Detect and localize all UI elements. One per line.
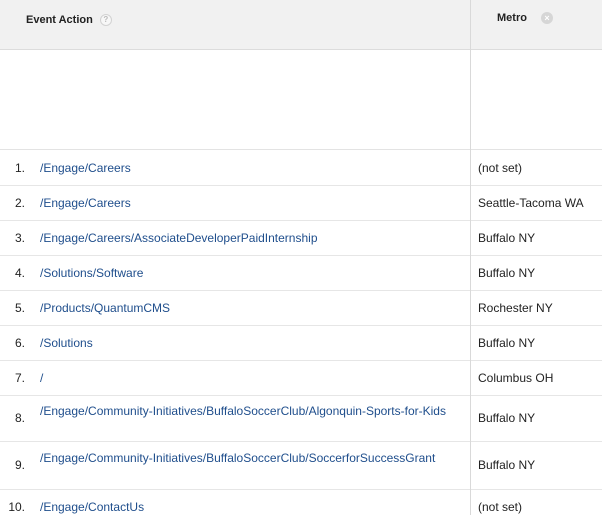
row-index: 7. — [14, 371, 25, 385]
table-row: 1. /Engage/Careers (not set) — [0, 151, 602, 186]
table-row: 10. /Engage/ContactUs (not set) — [0, 490, 602, 515]
event-action-link[interactable]: /Engage/Careers — [40, 196, 460, 210]
metro-value: Seattle-Tacoma WA — [478, 196, 584, 210]
row-index: 3. — [14, 231, 25, 245]
row-index: 10. — [8, 500, 25, 514]
table-row: 7. / Columbus OH — [0, 361, 602, 396]
row-index: 6. — [14, 336, 25, 350]
table-row: 2. /Engage/Careers Seattle-Tacoma WA — [0, 186, 602, 221]
event-action-link[interactable]: /Engage/Careers — [40, 161, 460, 175]
event-action-link[interactable]: /Engage/Community-Initiatives/BuffaloSoc… — [40, 404, 460, 418]
event-action-link[interactable]: /Products/QuantumCMS — [40, 301, 460, 315]
event-action-header-label: Event Action — [26, 14, 93, 26]
table-row: 3. /Engage/Careers/AssociateDeveloperPaid… — [0, 221, 602, 256]
row-index: 9. — [14, 458, 25, 472]
remove-dimension-close-icon[interactable]: × — [540, 12, 553, 24]
metro-header-label: Metro — [497, 12, 527, 24]
row-index: 4. — [14, 266, 25, 280]
row-index: 2. — [14, 196, 25, 210]
event-action-column-header[interactable]: Event Action ? — [26, 0, 112, 40]
help-icon[interactable]: ? — [99, 14, 112, 26]
report-table: Event Action ? Metro × 1. /Engage/Careers… — [0, 0, 602, 515]
table-row: 4. /Solutions/Software Buffalo NY — [0, 256, 602, 291]
table-row: 8. /Engage/Community-Initiatives/BuffaloS… — [0, 396, 602, 442]
header-spacer — [0, 50, 602, 150]
metro-value: Buffalo NY — [478, 336, 536, 350]
metro-value: Rochester NY — [478, 301, 553, 315]
event-action-link[interactable]: /Solutions — [40, 336, 460, 350]
event-action-link[interactable]: /Engage/ContactUs — [40, 500, 460, 514]
metro-value: (not set) — [478, 500, 523, 514]
event-action-link[interactable]: /Engage/Community-Initiatives/BuffaloSoc… — [40, 451, 460, 465]
row-index: 5. — [14, 301, 25, 315]
table-row: 5. /Products/QuantumCMS Rochester NY — [0, 291, 602, 326]
table-row: 6. /Solutions Buffalo NY — [0, 326, 602, 361]
metro-value: Buffalo NY — [478, 458, 536, 472]
event-action-link[interactable]: /Solutions/Software — [40, 266, 460, 280]
metro-value: Buffalo NY — [478, 266, 536, 280]
metro-value: Buffalo NY — [478, 411, 536, 425]
table-header: Event Action ? Metro × — [0, 0, 602, 50]
row-index: 1. — [14, 161, 25, 175]
metro-column-header[interactable]: Metro × — [497, 0, 553, 36]
table-row: 9. /Engage/Community-Initiatives/BuffaloS… — [0, 442, 602, 490]
event-action-link[interactable]: / — [40, 371, 460, 385]
metro-value: Buffalo NY — [478, 231, 536, 245]
metro-value: Columbus OH — [478, 371, 554, 385]
metro-value: (not set) — [478, 161, 523, 175]
event-action-link[interactable]: /Engage/Careers/AssociateDeveloperPaidIn… — [40, 231, 460, 245]
row-index: 8. — [14, 411, 25, 425]
column-divider — [470, 0, 471, 515]
